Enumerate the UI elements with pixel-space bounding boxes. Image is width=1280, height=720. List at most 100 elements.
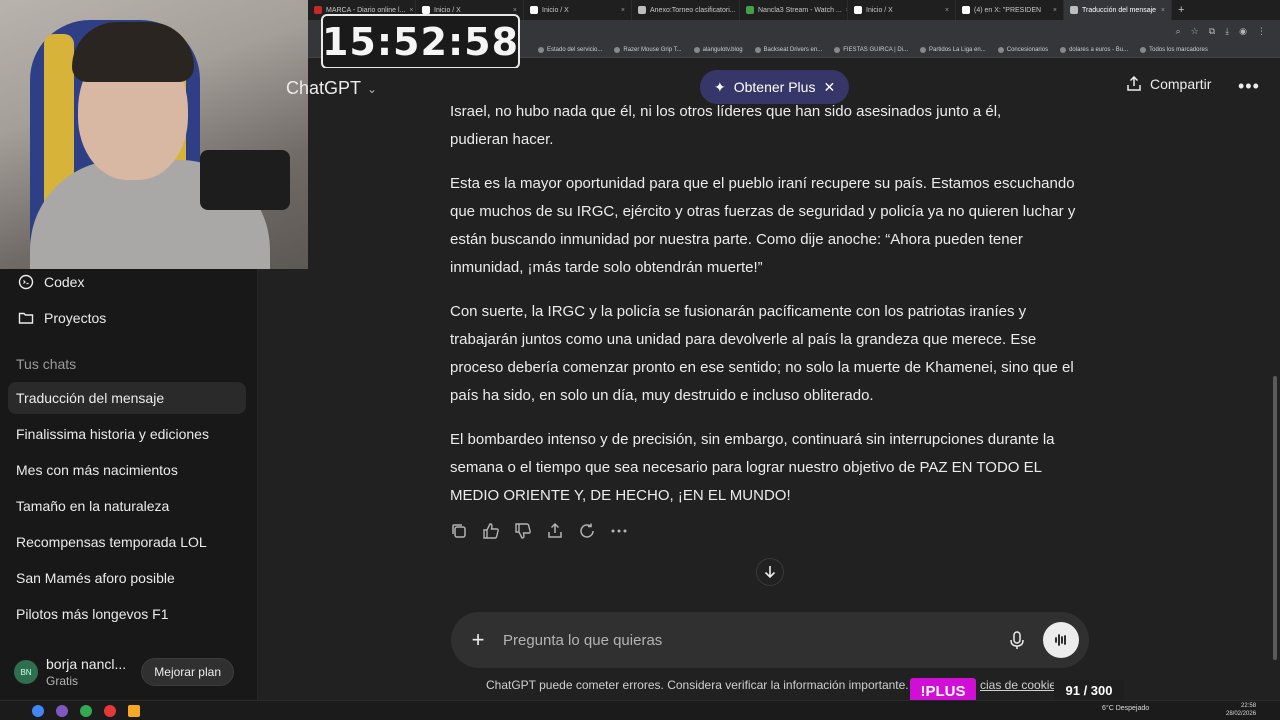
bookmark-favicon-icon (614, 46, 621, 53)
bookmark-item[interactable]: Razer Mouse Grip T... (614, 46, 682, 53)
weather-widget[interactable]: 6°C Despejado (1102, 705, 1149, 712)
browser-tab[interactable]: Anexo:Torneo clasificatori...× (632, 0, 740, 20)
close-icon[interactable]: ✕ (823, 79, 835, 96)
chat-item[interactable]: Recompensas temporada LOL (8, 526, 246, 558)
bookmark-favicon-icon (997, 46, 1004, 53)
tab-close-icon[interactable]: × (1161, 7, 1165, 14)
tab-favicon-icon (854, 6, 862, 14)
counter-overlay: 91 / 300 (1054, 680, 1124, 700)
app-icon[interactable] (56, 705, 68, 717)
browser-tab[interactable]: Inicio / X × (524, 0, 632, 20)
bookmark-item[interactable]: Estado del servicio... (538, 46, 603, 53)
get-plus-label: Obtener Plus (733, 79, 816, 95)
microphone (200, 150, 290, 210)
regenerate-icon[interactable] (578, 522, 596, 540)
chrome-icon[interactable] (32, 705, 44, 717)
model-name: ChatGPT (286, 78, 362, 98)
tab-close-icon[interactable]: × (513, 7, 517, 14)
extensions-icon[interactable]: ⧉ (1209, 26, 1215, 37)
app-icon[interactable] (128, 705, 140, 717)
scrollbar[interactable] (1273, 376, 1277, 660)
downloads-icon[interactable]: ⤓ (1225, 26, 1229, 37)
chat-item[interactable]: Pilotos más longevos F1 (8, 598, 246, 630)
message-paragraph: Con suerte, la IRGC y la policía se fusi… (450, 303, 1074, 404)
share-icon (1127, 76, 1141, 91)
user-info[interactable]: borja nancl... Gratis (46, 656, 126, 688)
more-options-icon[interactable] (610, 522, 628, 540)
tab-favicon-icon (422, 6, 430, 14)
bookmark-label: FIESTAS GUIRCA | Di... (843, 46, 909, 53)
thumbs-down-icon[interactable] (514, 522, 532, 540)
add-attachment-icon[interactable]: + (467, 629, 489, 651)
bookmark-favicon-icon (1140, 46, 1147, 53)
tab-close-icon[interactable]: × (621, 7, 625, 14)
share-button[interactable]: Compartir (1126, 76, 1211, 92)
waveform-icon (1055, 634, 1066, 646)
bookmark-label: Partidos La Liga en... (929, 46, 986, 53)
bookmark-star-icon[interactable]: ☆ (1191, 26, 1199, 37)
profile-icon[interactable]: ◉ (1239, 26, 1247, 37)
bookmark-favicon-icon (834, 46, 841, 53)
bookmark-label: Razer Mouse Grip T... (623, 46, 682, 53)
prompt-input[interactable] (503, 631, 1007, 649)
message-paragraph: El bombardeo intenso y de precisión, sin… (450, 431, 1055, 504)
bookmark-item[interactable]: Partidos La Liga en... (920, 46, 986, 53)
cookie-preferences-link[interactable]: cias de cookies. (980, 678, 1065, 692)
microphone-icon[interactable] (1007, 630, 1027, 650)
folder-icon (18, 312, 34, 324)
browser-tab[interactable]: Nancla3 Stream - Watch ...× (740, 0, 848, 20)
chat-item[interactable]: Tamaño en la naturaleza (8, 490, 246, 522)
chrome-icon[interactable] (80, 705, 92, 717)
more-options-icon[interactable]: ••• (1238, 76, 1260, 97)
tab-label: Nancla3 Stream - Watch ... (758, 6, 842, 14)
tab-close-icon[interactable]: × (409, 7, 413, 14)
browser-tab[interactable]: (4) en X: "PRESIDEN × (956, 0, 1064, 20)
bookmark-item[interactable]: Todos los marcadores (1140, 46, 1208, 53)
browser-menu-icon[interactable]: ⋮ (1257, 26, 1266, 37)
browser-tab[interactable]: Inicio / X × (848, 0, 956, 20)
composer: + (451, 612, 1089, 668)
bookmark-item[interactable]: Concesionarios (997, 46, 1048, 53)
upgrade-plan-button[interactable]: Mejorar plan (141, 658, 234, 686)
chat-item[interactable]: San Mamés aforo posible (8, 562, 246, 594)
recording-app-icon[interactable] (104, 705, 116, 717)
thumbs-up-icon[interactable] (482, 522, 500, 540)
sparkle-icon: ✦ (714, 78, 726, 95)
user-name: borja nancl... (46, 656, 127, 672)
arrow-down-icon (764, 566, 776, 579)
sidebar-item-codex[interactable]: Codex (8, 266, 246, 298)
tab-label: (4) en X: "PRESIDEN (974, 6, 1042, 14)
bookmark-favicon-icon (538, 46, 544, 53)
bookmark-label: Todos los marcadores (1149, 46, 1208, 53)
share-icon[interactable] (546, 522, 564, 540)
sidebar-item-projects[interactable]: Proyectos (8, 302, 246, 334)
tab-close-icon[interactable]: × (945, 7, 949, 14)
bookmark-item[interactable]: alangulotv.blog (693, 46, 743, 53)
bookmark-label: alangulotv.blog (702, 46, 743, 53)
browser-tab[interactable]: Traducción del mensaje × (1064, 0, 1172, 20)
chat-header: ChatGPT ⌄ ✦ Obtener Plus ✕ Compartir ••• (286, 68, 1280, 106)
scroll-down-button[interactable] (756, 558, 784, 586)
sidebar: Codex Proyectos Tus chats Traducción del… (0, 269, 258, 700)
system-clock[interactable]: 22:58 28/02/2026 (1226, 702, 1256, 718)
chat-item[interactable]: Finalissima historia y ediciones (8, 418, 246, 450)
user-area[interactable]: BN borja nancl... Gratis Mejorar plan (0, 644, 258, 700)
partial-line: pudieran hacer. (450, 131, 554, 148)
chat-item[interactable]: Traducción del mensaje (8, 382, 246, 414)
stream-clock: 15:52:58 (321, 14, 520, 69)
bookmark-item[interactable]: Backseat Drivers en... (754, 46, 822, 53)
model-selector[interactable]: ChatGPT ⌄ (286, 78, 377, 99)
bookmark-label: Estado del servicio... (547, 46, 603, 53)
new-tab-icon[interactable]: + (1178, 4, 1184, 16)
tab-close-icon[interactable]: × (1053, 7, 1057, 14)
copy-icon[interactable] (450, 522, 468, 540)
voice-mode-button[interactable] (1043, 622, 1079, 658)
bookmark-item[interactable]: FIESTAS GUIRCA | Di... (834, 46, 909, 53)
get-plus-button[interactable]: ✦ Obtener Plus ✕ (700, 70, 850, 104)
avatar[interactable]: BN (14, 660, 38, 684)
tab-label: Inicio / X (542, 6, 569, 14)
zoom-icon[interactable]: ⌕ (1176, 26, 1181, 37)
chat-item[interactable]: Mes con más nacimientos (8, 454, 246, 486)
bookmark-item[interactable]: dolares a euros - Bu... (1060, 46, 1128, 53)
tab-favicon-icon (314, 6, 322, 14)
